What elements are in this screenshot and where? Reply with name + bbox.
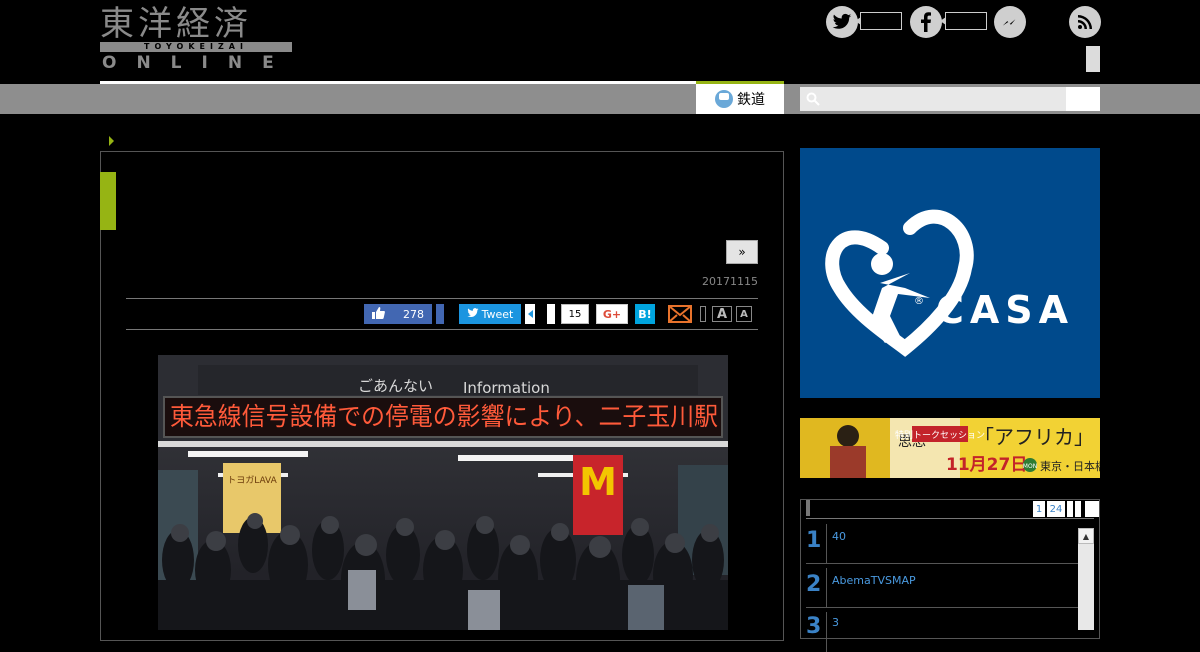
like-count: 278 (403, 307, 424, 321)
tab-railway[interactable]: 鉄道 (696, 84, 784, 114)
facebook-like-tail (436, 304, 444, 324)
facebook-like-button[interactable]: 278 (364, 304, 432, 324)
logo-online: ONLINE (102, 53, 294, 73)
station-crowd-image: M ごあんない Information 東急線信号設備での停電の影響により、二子… (158, 355, 728, 630)
logo-kanji: 東洋経済 (100, 4, 252, 44)
breadcrumb-arrow-icon (109, 136, 114, 146)
ranking-tab-1[interactable]: 1 (1033, 501, 1045, 517)
rank-title-link[interactable]: 3 (832, 616, 839, 629)
ranking-tab-4[interactable] (1075, 501, 1081, 517)
tab-railway-label: 鉄道 (737, 92, 765, 108)
messenger-icon[interactable] (994, 6, 1026, 38)
casa-logo-icon: CASA ® (825, 209, 1074, 357)
ranking-tab-24[interactable]: 24 (1047, 501, 1065, 517)
article-date: 20171115 (702, 275, 758, 288)
rank-title-link[interactable]: 40 (832, 530, 846, 543)
rank-separator (806, 607, 1078, 608)
rank-divider (826, 612, 827, 652)
facebook-icon[interactable] (910, 6, 942, 38)
search-input[interactable] (800, 87, 1068, 111)
rank-divider (826, 568, 827, 608)
font-small-button[interactable]: A (736, 306, 752, 322)
ranking-tab-5[interactable] (1085, 501, 1099, 517)
search-button[interactable] (1066, 87, 1100, 111)
tweet-label: Tweet (481, 307, 514, 321)
thumbs-up-icon (372, 306, 385, 322)
rank-title-link[interactable]: AbemaTVSMAP (832, 574, 916, 587)
africa-title: 「アフリカ」 (974, 425, 1094, 449)
ranking-heading-marker (806, 500, 810, 516)
logo-subtitle: TOYOKEIZAI (144, 42, 248, 51)
africa-day: MON (1023, 463, 1037, 470)
title-accent-block (100, 172, 116, 230)
next-page-button[interactable]: » (726, 240, 758, 264)
font-large-button[interactable]: A (712, 306, 732, 322)
rank-separator (806, 563, 1078, 564)
casa-text: CASA (936, 288, 1074, 332)
tweet-count-tail (525, 304, 535, 324)
africa-date: 11月27日 (946, 455, 1027, 475)
site-logo[interactable]: 東洋経済 TOYOKEIZAI ONLINE (100, 6, 292, 72)
sign-title: ごあんない (358, 377, 433, 395)
led-ticker: 東急線信号設備での停電の影響により、二子玉川駅 (170, 402, 718, 431)
sign-info: Information (463, 379, 550, 397)
rank-number: 3 (806, 614, 822, 639)
article-photo: M ごあんない Information 東急線信号設備での停電の影響により、二子… (158, 355, 728, 630)
google-plus-button[interactable]: G+ (596, 304, 628, 324)
rank-number: 1 (806, 528, 822, 553)
africa-place: 東京・日本橋 (1040, 459, 1100, 473)
rank-number: 2 (806, 572, 822, 597)
africa-banner-art: 思想 特別トークセッション 「アフリカ」 11月27日 MON 東京・日本橋 (800, 418, 1100, 478)
africa-event-banner[interactable]: 思想 特別トークセッション 「アフリカ」 11月27日 MON 東京・日本橋 (800, 418, 1100, 478)
shop-sign: トヨガLAVA (227, 475, 277, 486)
ranking-header-rule (806, 518, 1094, 519)
share-separator (700, 306, 706, 322)
twitter-icon[interactable] (826, 6, 858, 38)
tweet-bird-icon (467, 307, 479, 321)
twitter-count-box (855, 12, 902, 30)
scroll-up-arrow-icon[interactable]: ▲ (1078, 528, 1094, 544)
train-icon (715, 90, 733, 108)
tweet-button[interactable]: Tweet (459, 304, 521, 324)
header-side-box[interactable] (1086, 46, 1100, 72)
svg-text:®: ® (914, 296, 924, 307)
share-bar-bottom-rule (126, 329, 758, 330)
pocket-button[interactable] (547, 304, 555, 324)
rss-icon[interactable] (1069, 6, 1101, 38)
africa-label: 特別トークセッション (895, 429, 985, 441)
hatena-bookmark-button[interactable]: B! (635, 304, 655, 324)
casa-ad-banner[interactable]: CASA ® (800, 148, 1100, 398)
mail-icon[interactable] (668, 304, 692, 324)
pocket-count: 15 (561, 304, 589, 324)
share-bar-top-rule (126, 298, 758, 299)
facebook-count-box (940, 12, 987, 30)
search-icon (806, 91, 820, 106)
ranking-tab-3[interactable] (1067, 501, 1073, 517)
svg-text:M: M (579, 460, 617, 504)
ranking-panel (800, 499, 1100, 639)
rank-divider (826, 524, 827, 564)
